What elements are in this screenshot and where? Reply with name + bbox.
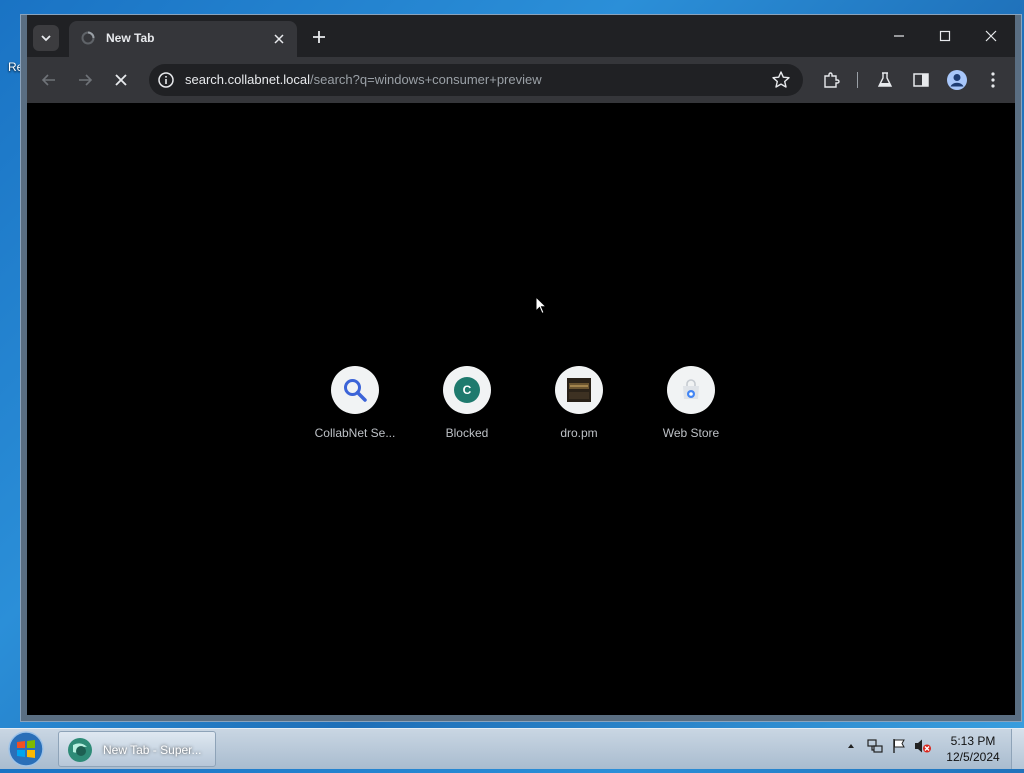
url-path: /search?q=windows+consumer+preview (310, 72, 542, 87)
mouse-cursor-icon (535, 296, 547, 315)
shortcut-blocked[interactable]: C Blocked (411, 366, 523, 440)
maximize-icon (939, 30, 951, 42)
back-button[interactable] (35, 66, 63, 94)
shortcut-label: Web Store (662, 426, 720, 440)
close-icon (115, 74, 127, 86)
tray-action-center[interactable] (890, 737, 908, 755)
shortcut-icon-circle (667, 366, 715, 414)
shortcut-label: dro.pm (560, 426, 598, 440)
tray-overflow-button[interactable] (842, 737, 860, 755)
minimize-button[interactable] (877, 21, 921, 51)
site-info-icon[interactable] (157, 71, 175, 89)
shortcut-label: CollabNet Se... (314, 426, 396, 440)
maximize-button[interactable] (923, 21, 967, 51)
minimize-icon (894, 35, 904, 37)
taskbar-item-browser[interactable]: New Tab - Super... (58, 731, 216, 767)
close-icon (985, 30, 997, 42)
toolbar-divider (857, 72, 858, 88)
bookmark-star-icon[interactable] (771, 70, 791, 90)
stop-loading-button[interactable] (107, 66, 135, 94)
labs-button[interactable] (873, 68, 897, 92)
taskbar-item-label: New Tab - Super... (103, 743, 202, 757)
plus-icon (313, 31, 325, 43)
side-panel-icon (913, 73, 929, 87)
clock-date: 12/5/2024 (946, 750, 1000, 764)
avatar-icon (947, 70, 967, 90)
shortcut-web-store[interactable]: Web Store (635, 366, 747, 440)
arrow-left-icon (41, 74, 55, 86)
taskbar-clock[interactable]: 5:13 PM 12/5/2024 (942, 733, 1004, 765)
browser-window: New Tab search.collabnet.local/search?q=… (20, 14, 1022, 722)
tab-strip: New Tab (27, 15, 1015, 57)
shortcut-collabnet-search[interactable]: CollabNet Se... (299, 366, 411, 440)
puzzle-icon (824, 72, 840, 88)
profile-button[interactable] (945, 68, 969, 92)
system-tray (842, 737, 932, 755)
extensions-button[interactable] (819, 68, 843, 92)
shortcut-label: Blocked (445, 426, 489, 440)
search-icon (344, 379, 367, 402)
url-text: search.collabnet.local/search?q=windows+… (185, 72, 542, 87)
side-panel-button[interactable] (909, 68, 933, 92)
flag-icon (893, 739, 905, 753)
tab-close-button[interactable] (269, 29, 289, 49)
tray-volume[interactable] (914, 737, 932, 755)
network-icon (867, 739, 883, 753)
letter-c-icon: C (454, 377, 480, 403)
close-icon (274, 34, 284, 44)
shortcut-grid: CollabNet Se... C Blocked dro.pm Web Sto… (299, 366, 747, 440)
tab-new-tab[interactable]: New Tab (69, 21, 297, 57)
loading-spinner-icon (81, 31, 95, 45)
start-button[interactable] (6, 730, 46, 768)
shortcut-icon-circle (331, 366, 379, 414)
clock-time: 5:13 PM (950, 734, 996, 748)
tray-network[interactable] (866, 737, 884, 755)
more-vert-icon (991, 72, 995, 88)
tab-search-button[interactable] (33, 25, 59, 51)
menu-button[interactable] (981, 68, 1005, 92)
browser-app-icon (68, 738, 92, 762)
windows-logo-icon (8, 731, 44, 767)
tab-title: New Tab (106, 31, 155, 45)
flask-icon (877, 72, 893, 87)
show-desktop-button[interactable] (1011, 729, 1024, 769)
url-host: search.collabnet.local (185, 72, 311, 87)
forward-button[interactable] (71, 66, 99, 94)
new-tab-button[interactable] (307, 25, 331, 49)
shortcut-dro-pm[interactable]: dro.pm (523, 366, 635, 440)
browser-toolbar: search.collabnet.local/search?q=windows+… (27, 57, 1015, 103)
taskbar: New Tab - Super... 5:13 PM 12/5/2024 (0, 728, 1024, 769)
new-tab-page: CollabNet Se... C Blocked dro.pm Web Sto… (27, 103, 1015, 715)
chevron-up-icon (848, 744, 854, 748)
site-thumbnail-icon (567, 378, 591, 402)
chevron-down-icon (41, 35, 51, 42)
shortcut-icon-circle: C (443, 366, 491, 414)
web-store-icon (683, 379, 699, 399)
arrow-right-icon (79, 74, 93, 86)
close-window-button[interactable] (969, 21, 1013, 51)
volume-muted-icon (915, 739, 931, 753)
shortcut-icon-circle (555, 366, 603, 414)
address-bar[interactable]: search.collabnet.local/search?q=windows+… (149, 64, 803, 96)
